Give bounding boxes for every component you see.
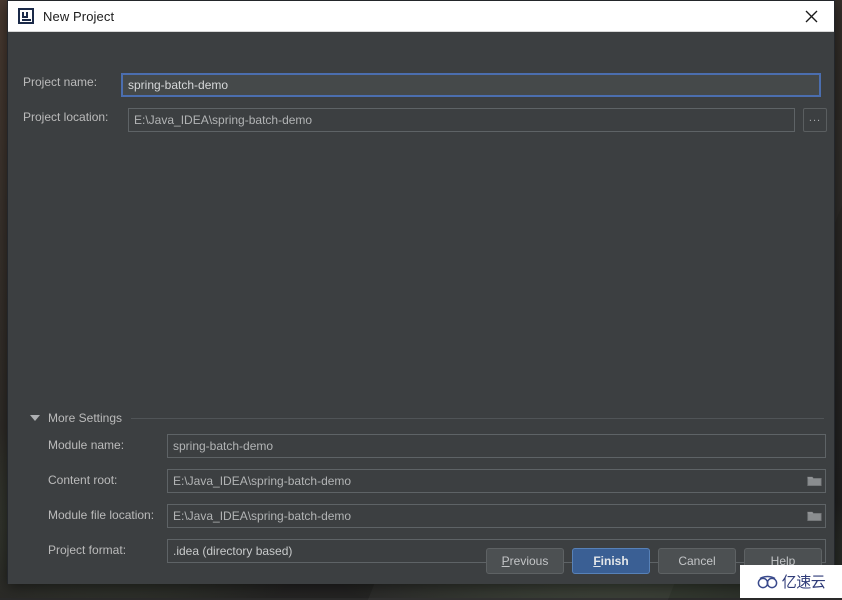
watermark-text: 亿速云 xyxy=(782,571,826,592)
new-project-dialog: New Project Project name: Project locati… xyxy=(7,0,835,584)
previous-button-mnemonic: P xyxy=(502,554,510,568)
project-format-label: Project format: xyxy=(48,543,126,557)
project-format-row: Project format: xyxy=(48,543,126,557)
project-name-label: Project name: xyxy=(23,75,97,89)
content-root-row: Content root: xyxy=(48,473,117,487)
cancel-button[interactable]: Cancel xyxy=(658,548,736,574)
module-name-input[interactable] xyxy=(167,434,826,458)
project-location-label: Project location: xyxy=(23,110,108,124)
chevron-down-icon xyxy=(30,415,40,421)
previous-button[interactable]: Previous xyxy=(486,548,564,574)
finish-button-label: inish xyxy=(601,554,629,568)
dialog-titlebar: New Project xyxy=(8,1,834,32)
more-settings-toggle[interactable]: More Settings xyxy=(30,411,824,425)
previous-button-label: revious xyxy=(510,554,549,568)
module-file-location-label: Module file location: xyxy=(48,508,154,522)
close-icon[interactable] xyxy=(788,1,834,31)
section-divider xyxy=(131,418,824,420)
dialog-title: New Project xyxy=(43,9,114,24)
finish-button-mnemonic: F xyxy=(593,554,600,568)
module-name-row: Module name: xyxy=(48,438,124,452)
watermark: 亿速云 xyxy=(740,565,842,598)
module-file-location-field-wrap xyxy=(167,504,826,528)
content-root-input[interactable] xyxy=(167,469,826,493)
more-settings-label: More Settings xyxy=(48,411,122,425)
project-name-input[interactable] xyxy=(121,73,821,97)
module-file-location-input[interactable] xyxy=(167,504,826,528)
dialog-body: Project name: Project location: ... More… xyxy=(8,32,834,584)
module-name-label: Module name: xyxy=(48,438,124,452)
module-file-location-row: Module file location: xyxy=(48,508,154,522)
project-name-row: Project name: xyxy=(23,75,97,89)
project-location-input[interactable] xyxy=(128,108,795,132)
folder-icon[interactable] xyxy=(803,505,825,527)
content-root-field-wrap xyxy=(167,469,826,493)
project-location-row: Project location: xyxy=(23,110,108,124)
finish-button[interactable]: Finish xyxy=(572,548,650,574)
folder-icon[interactable] xyxy=(803,470,825,492)
cloud-logo-icon xyxy=(757,574,779,590)
intellij-idea-icon xyxy=(18,8,34,24)
content-root-label: Content root: xyxy=(48,473,117,487)
project-location-browse-button[interactable]: ... xyxy=(803,108,827,132)
